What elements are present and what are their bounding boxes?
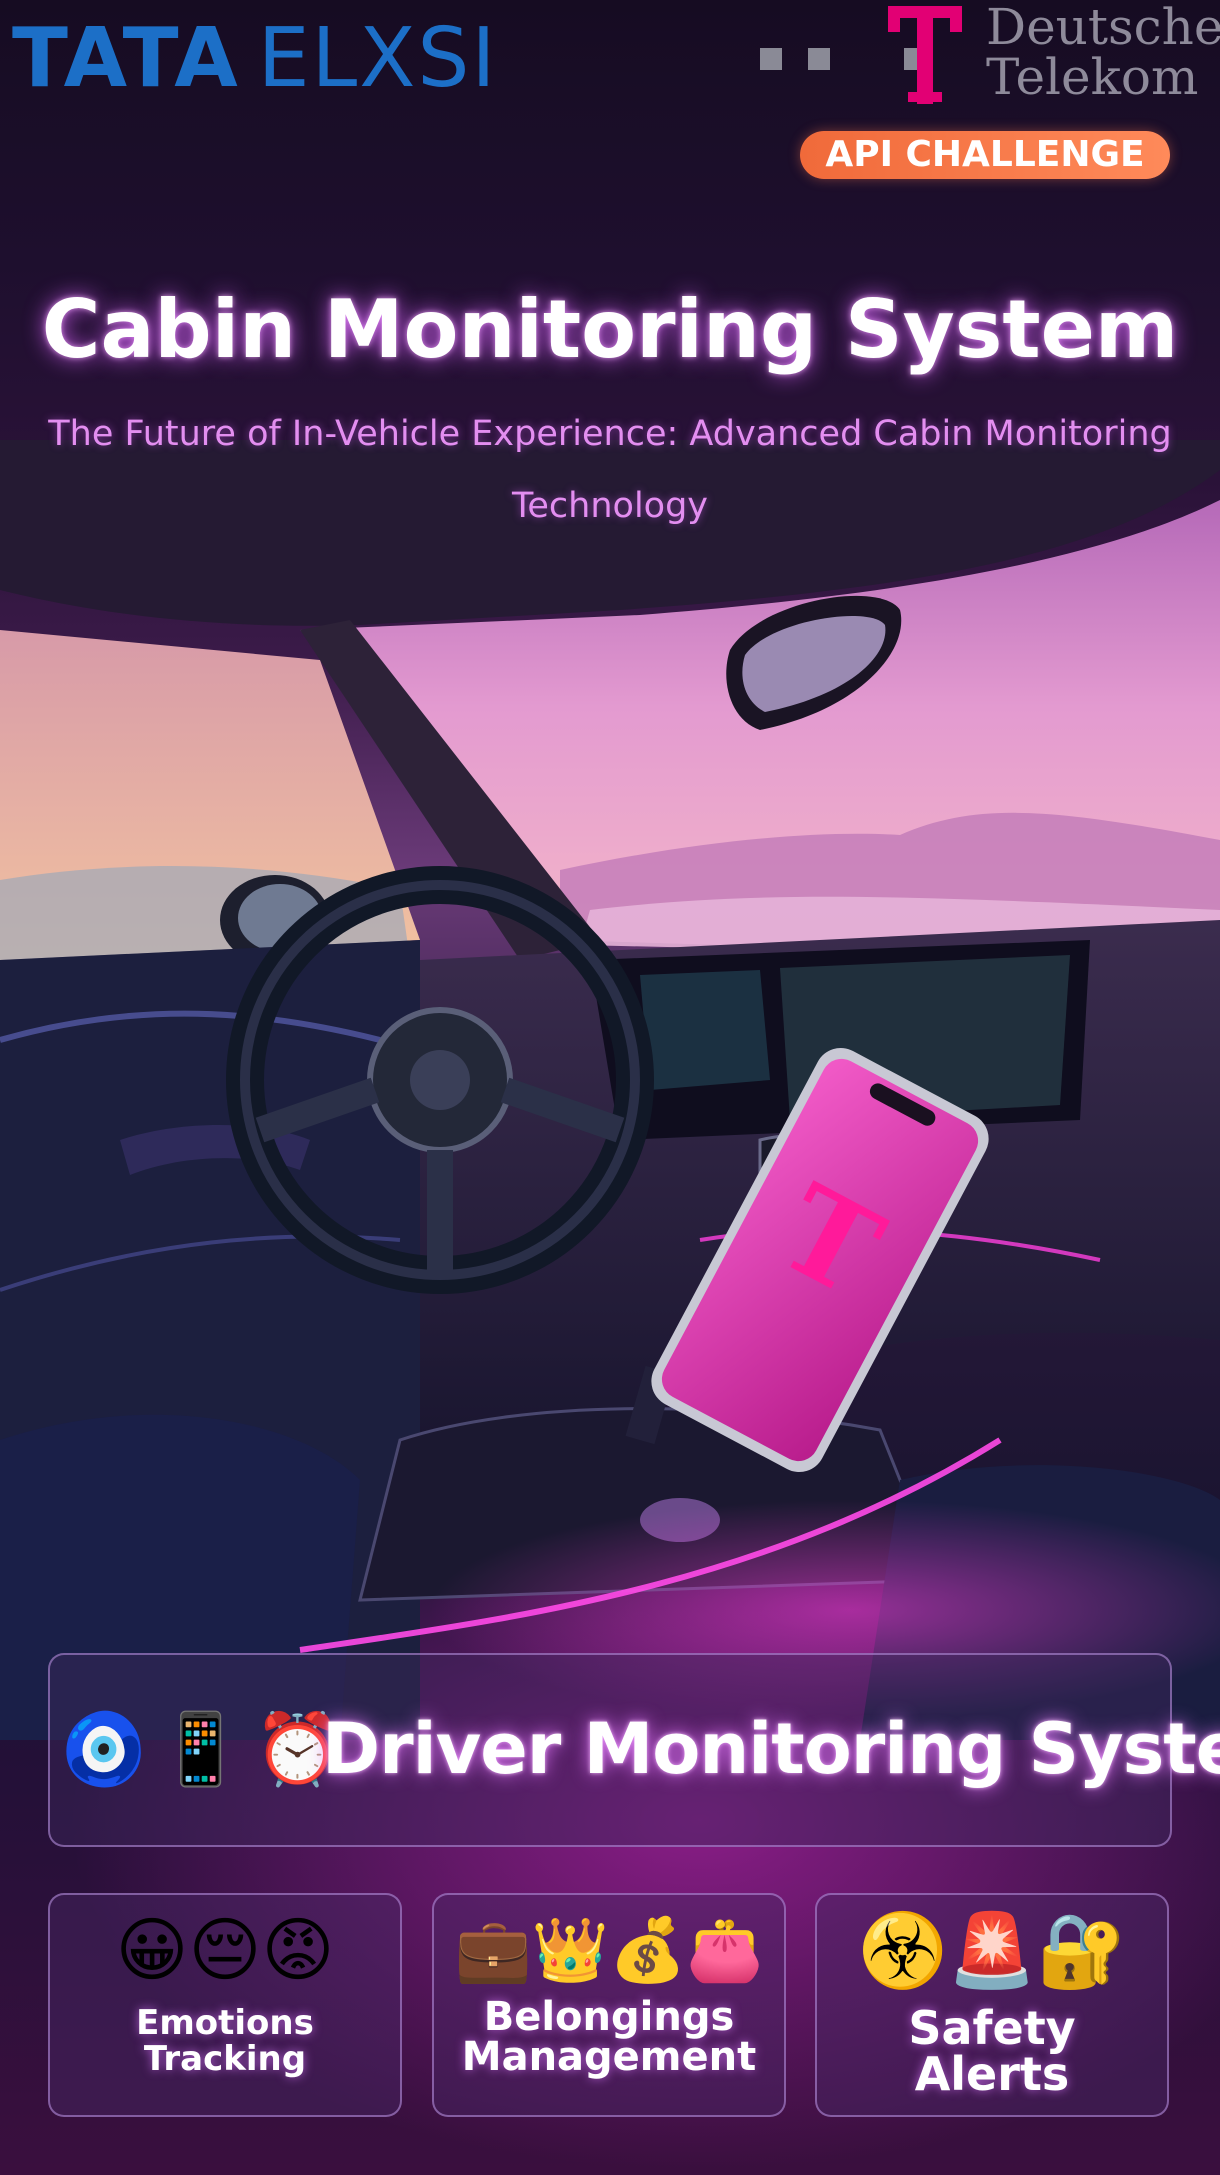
feature-card-emotions: 😀😔😡 Emotions Tracking [48, 1893, 402, 2117]
feature-card-safety: ☣️🚨🔐 Safety Alerts [815, 1893, 1169, 2117]
page-title: Cabin Monitoring System [41, 283, 1179, 376]
dms-icon-row: 🧿 📱 ⏰ [60, 1709, 342, 1789]
driver-monitoring-panel: 🧿 📱 ⏰ Driver Monitoring System [48, 1653, 1220, 1847]
feature-card-belongings: 💼👑💰👛 Belongings Management [432, 1893, 786, 2117]
page-subtitle: The Future of In-Vehicle Experience: Adv… [48, 414, 1172, 526]
dms-title: Driver Monitoring System [322, 1708, 1220, 1790]
api-challenge-badge: API CHALLENGE [800, 131, 1170, 179]
telekom-t-logo-icon [888, 6, 962, 104]
deutsche-telekom-name: Deutsche Telekom [986, 0, 1220, 106]
feature-label-safety: Safety Alerts [908, 2001, 1076, 2101]
poster: T TATA ELXSI Deutsche Telekom API CHALLEN… [0, 0, 1220, 2175]
deutsche-telekom-logo: Deutsche Telekom [760, 0, 1220, 110]
nazar-eye-icon: 🧿 [60, 1708, 148, 1790]
feature-label-belongings: Belongings Management [461, 1994, 757, 2080]
safety-alert-icons: ☣️🚨🔐 [857, 1908, 1127, 1992]
belongings-items-icon: 💼👑💰👛 [454, 1913, 764, 1986]
tata-elxsi-logo: TATA ELXSI [12, 18, 498, 100]
feature-label-emotions: Emotions Tracking [136, 2003, 314, 2079]
car-interior-illustration: T [0, 440, 1220, 1740]
mobile-phone-icon: 📱 [157, 1708, 245, 1790]
tata-logo-word: TATA [12, 11, 240, 106]
emotion-faces-icon: 😀😔😡 [115, 1909, 335, 1991]
elxsi-logo-word: ELXSI [257, 11, 498, 106]
